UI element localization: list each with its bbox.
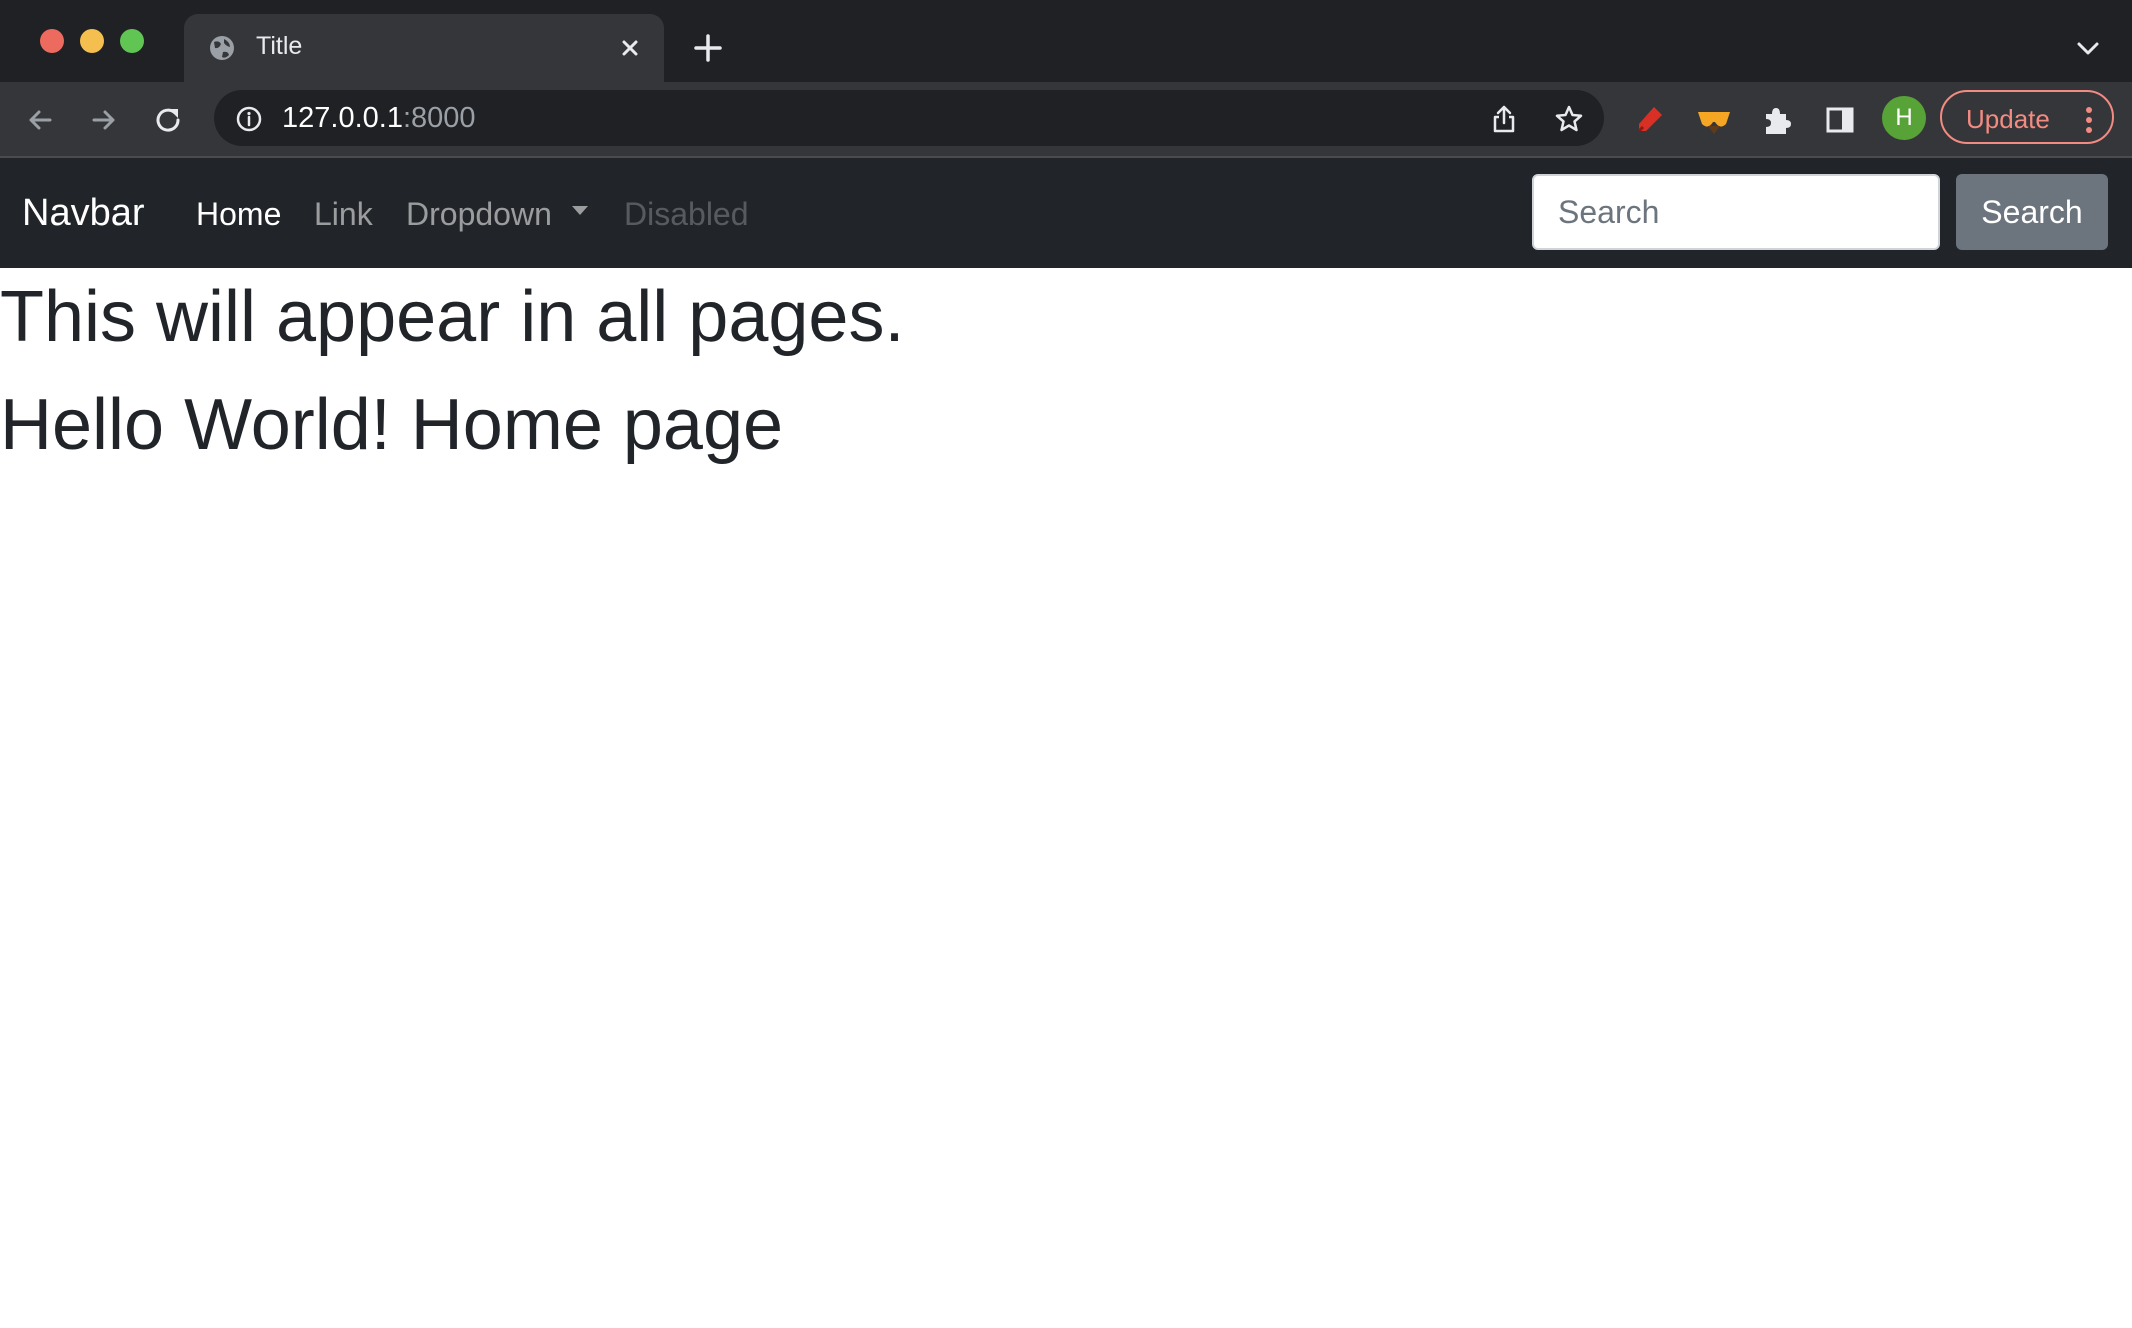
- browser-tab-strip: Title: [0, 0, 2132, 82]
- url-host: 127.0.0.1: [282, 102, 403, 134]
- browser-tab[interactable]: Title: [184, 14, 664, 82]
- chevron-down-icon[interactable]: [2074, 36, 2102, 60]
- address-url: 127.0.0.1:8000: [282, 102, 476, 135]
- star-icon[interactable]: [1554, 104, 1584, 134]
- page-subheading: Hello World! Home page: [0, 385, 784, 465]
- reload-icon[interactable]: [152, 104, 184, 136]
- nav-link-disabled: Disabled: [624, 196, 749, 232]
- search-button[interactable]: Search: [1956, 174, 2108, 250]
- back-arrow-icon[interactable]: [24, 104, 56, 136]
- share-icon[interactable]: [1490, 104, 1518, 134]
- nav-link-dropdown[interactable]: Dropdown: [406, 196, 552, 233]
- profile-avatar[interactable]: H: [1882, 96, 1926, 140]
- address-bar[interactable]: 127.0.0.1:8000: [214, 90, 1604, 146]
- update-label: Update: [1966, 104, 2050, 134]
- dropdown-caret-icon[interactable]: [572, 206, 588, 215]
- plus-icon[interactable]: [690, 30, 726, 66]
- tab-title: Title: [256, 32, 303, 60]
- info-icon[interactable]: [236, 106, 262, 132]
- globe-icon: [210, 36, 234, 60]
- update-button[interactable]: Update: [1940, 90, 2114, 144]
- nav-link-home[interactable]: Home: [196, 196, 281, 233]
- side-panel-icon[interactable]: [1824, 104, 1856, 136]
- navbar-brand[interactable]: Navbar: [22, 192, 145, 235]
- more-vertical-icon[interactable]: [2084, 106, 2094, 134]
- search-input[interactable]: [1532, 174, 1940, 250]
- close-icon[interactable]: [616, 34, 644, 62]
- nav-link-link[interactable]: Link: [314, 196, 373, 233]
- browser-toolbar: 127.0.0.1:8000 H Update: [0, 82, 2132, 158]
- puzzle-icon[interactable]: [1760, 104, 1792, 136]
- forward-arrow-icon[interactable]: [88, 104, 120, 136]
- minimize-window-button[interactable]: [80, 29, 104, 53]
- site-navbar: Navbar Home Link Dropdown Disabled Searc…: [0, 158, 2132, 268]
- glasses-extension-icon[interactable]: [1696, 104, 1732, 136]
- maximize-window-button[interactable]: [120, 29, 144, 53]
- close-window-button[interactable]: [40, 29, 64, 53]
- url-port: :8000: [402, 102, 476, 134]
- marker-extension-icon[interactable]: [1634, 104, 1666, 136]
- page-heading: This will appear in all pages.: [0, 277, 905, 357]
